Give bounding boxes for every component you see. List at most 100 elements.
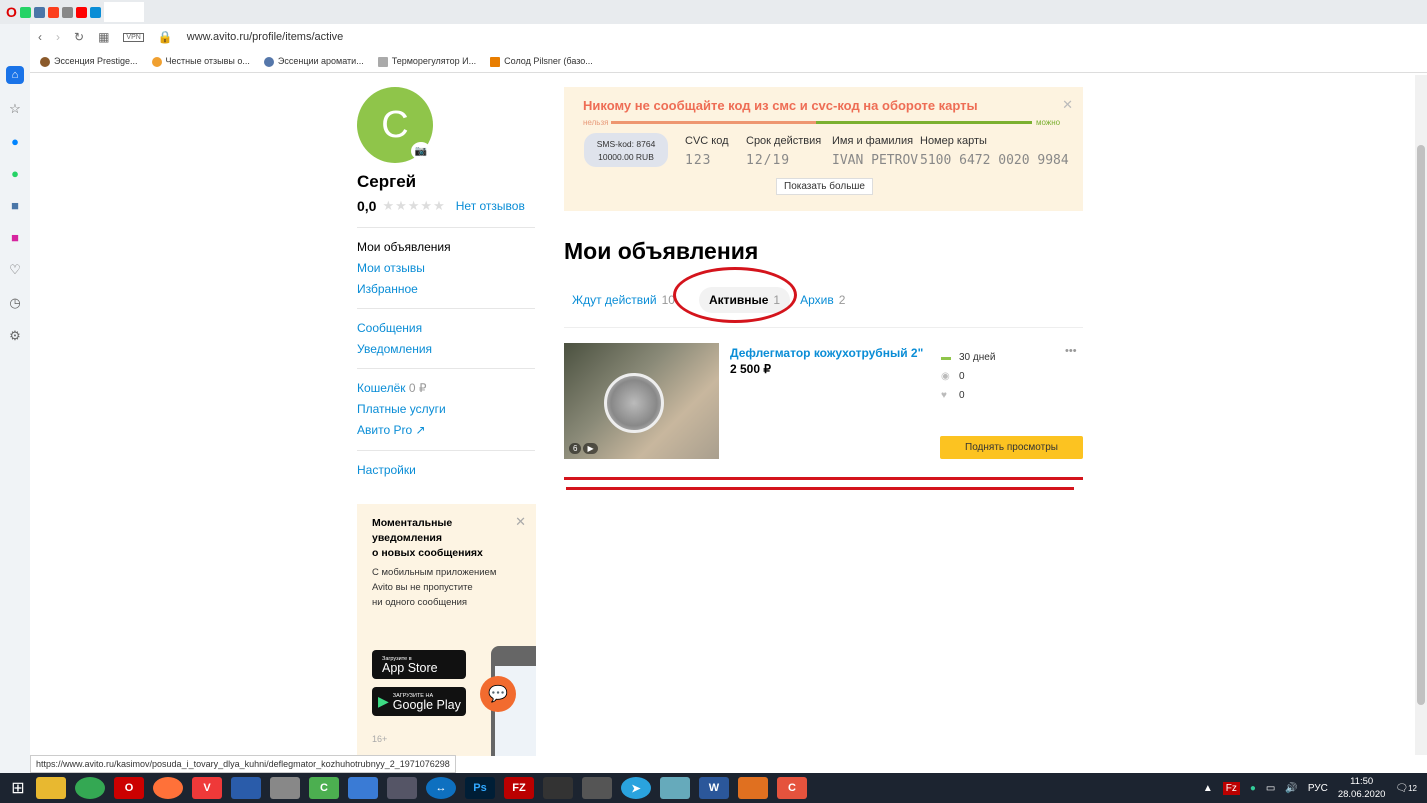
language-indicator[interactable]: РУС bbox=[1308, 783, 1328, 794]
chrome-icon[interactable] bbox=[75, 777, 105, 799]
teamviewer-icon[interactable]: ↔ bbox=[426, 777, 456, 799]
app-icon[interactable] bbox=[660, 777, 690, 799]
telegram-icon[interactable]: ➤ bbox=[621, 777, 651, 799]
vk-icon[interactable]: ■ bbox=[11, 198, 19, 213]
opera-logo-icon[interactable]: O bbox=[6, 4, 17, 20]
word-icon[interactable]: W bbox=[699, 777, 729, 799]
windows-start-icon[interactable]: ⊞ bbox=[0, 778, 36, 798]
card-value: 5100 6472 0020 9984 bbox=[920, 153, 1069, 168]
settings-icon[interactable]: ⚙ bbox=[9, 328, 21, 344]
tab-favicon-icon[interactable] bbox=[33, 6, 45, 18]
camera-icon[interactable]: 📷 bbox=[411, 142, 431, 160]
reviews-link[interactable]: Нет отзывов bbox=[456, 199, 525, 213]
more-options-icon[interactable]: ••• bbox=[1065, 345, 1077, 357]
back-icon[interactable]: ‹ bbox=[38, 30, 42, 44]
camtasia-icon[interactable]: C bbox=[777, 777, 807, 799]
vpn-badge[interactable]: VPN bbox=[123, 32, 144, 42]
tab-favicon-icon[interactable] bbox=[47, 6, 59, 18]
item-title-link[interactable]: Дефлегматор кожухотрубный 2" bbox=[730, 346, 923, 360]
tab-favicon-icon[interactable] bbox=[75, 6, 87, 18]
sidebar-item-settings[interactable]: Настройки bbox=[357, 460, 535, 481]
instagram-icon[interactable]: ■ bbox=[11, 230, 19, 245]
google-play-button[interactable]: ▶ ЗАГРУЗИТЕ НА Google Play bbox=[372, 687, 466, 716]
active-tab[interactable] bbox=[103, 2, 144, 22]
close-icon[interactable]: ✕ bbox=[515, 514, 526, 530]
explorer-icon[interactable] bbox=[36, 777, 66, 799]
photoshop-icon[interactable]: Ps bbox=[465, 777, 495, 799]
app-icon[interactable] bbox=[348, 777, 378, 799]
camtasia-icon[interactable]: C bbox=[309, 777, 339, 799]
shield-icon[interactable]: ● bbox=[1250, 783, 1256, 794]
app-icon[interactable] bbox=[543, 777, 573, 799]
close-icon[interactable]: ✕ bbox=[1062, 97, 1073, 113]
tab-favicon-icon[interactable] bbox=[19, 6, 31, 18]
bookmark[interactable]: Эссенции аромати... bbox=[263, 56, 364, 67]
tab-pending[interactable]: Ждут действий 10 bbox=[572, 293, 675, 307]
opera-icon[interactable]: O bbox=[114, 777, 144, 799]
tab-favicon-icon[interactable] bbox=[61, 6, 73, 18]
reload-icon[interactable]: ↻ bbox=[74, 30, 84, 44]
age-rating: 16+ bbox=[372, 734, 388, 744]
annotation-underline bbox=[564, 477, 1083, 480]
chat-icon[interactable]: 💬 bbox=[480, 676, 516, 712]
page-title: Мои объявления bbox=[564, 238, 759, 264]
sidebar-menu-group: Мои объявления Мои отзывы Избранное bbox=[357, 227, 535, 300]
scrollbar[interactable] bbox=[1415, 75, 1427, 755]
sidebar-item-messages[interactable]: Сообщения bbox=[357, 318, 535, 339]
promo-title: Моментальные уведомления о новых сообщения… bbox=[372, 517, 483, 559]
google-play-icon: ▶ bbox=[378, 693, 389, 709]
rating: 0,0 ★★★★★ Нет отзывов bbox=[357, 198, 525, 214]
sidebar-item-avito-pro[interactable]: Авито Pro ↗ bbox=[357, 420, 535, 441]
whatsapp-icon[interactable]: ● bbox=[11, 166, 19, 181]
app-store-button[interactable]: Загрузите в App Store bbox=[372, 650, 466, 679]
vivaldi-icon[interactable]: V bbox=[192, 777, 222, 799]
star-rating-icon: ★★★★★ bbox=[382, 198, 446, 213]
filezilla-tray-icon[interactable]: Fz bbox=[1222, 781, 1240, 795]
opera-sidebar: ⌂ ☆ ● ● ■ ■ ♡ ◷ ⚙ bbox=[0, 24, 30, 773]
sidebar-item-notifications[interactable]: Уведомления bbox=[357, 339, 535, 360]
name-label: Имя и фамилия bbox=[832, 135, 914, 147]
browser-tab-bar[interactable]: O bbox=[0, 0, 1427, 24]
messenger-icon[interactable]: ● bbox=[11, 134, 19, 149]
forward-icon[interactable]: › bbox=[56, 30, 60, 44]
filezilla-icon[interactable]: FZ bbox=[504, 777, 534, 799]
taskbar: ⊞ O V C ↔ Ps FZ ➤ W C ▲ Fz ● ▭ 🔊 РУС 11:… bbox=[0, 773, 1427, 803]
heart-icon[interactable]: ♡ bbox=[9, 262, 21, 278]
save-icon[interactable] bbox=[231, 777, 261, 799]
scrollbar-thumb[interactable] bbox=[1417, 145, 1425, 705]
item-photo[interactable]: 6 ▶ bbox=[564, 343, 719, 459]
app-icon[interactable] bbox=[582, 777, 612, 799]
app-icon[interactable] bbox=[738, 777, 768, 799]
days-bar-icon: ▬ bbox=[941, 352, 951, 363]
star-icon[interactable]: ☆ bbox=[9, 101, 21, 117]
sidebar-item-wallet[interactable]: Кошелёк 0 ₽ bbox=[357, 378, 535, 399]
tabs-grid-icon[interactable]: ▦ bbox=[98, 30, 109, 44]
bookmark[interactable]: Эссенция Prestige... bbox=[40, 56, 138, 67]
raise-views-button[interactable]: Поднять просмотры bbox=[940, 436, 1083, 459]
bookmark[interactable]: Честные отзывы о... bbox=[151, 56, 250, 67]
volume-icon[interactable]: 🔊 bbox=[1285, 783, 1297, 794]
history-icon[interactable]: ◷ bbox=[9, 295, 20, 311]
sidebar-item-favorites[interactable]: Избранное bbox=[357, 279, 535, 300]
sidebar-item-my-ads[interactable]: Мои объявления bbox=[357, 237, 535, 258]
sidebar-item-my-reviews[interactable]: Мои отзывы bbox=[357, 258, 535, 279]
system-tray: ▲ Fz ● ▭ 🔊 РУС 11:50 28.06.2020 🗨12 bbox=[1203, 773, 1417, 803]
item-price: 2 500 ₽ bbox=[730, 362, 771, 376]
annotation-circle bbox=[673, 267, 797, 323]
tab-archive[interactable]: Архив 2 bbox=[800, 293, 845, 307]
tab-favicon-icon[interactable] bbox=[89, 6, 101, 18]
app-icon[interactable] bbox=[387, 777, 417, 799]
clock[interactable]: 11:50 28.06.2020 bbox=[1338, 775, 1386, 801]
url-input[interactable]: www.avito.ru/profile/items/active bbox=[187, 31, 344, 43]
show-more-button[interactable]: Показать больше bbox=[776, 178, 873, 195]
annotation-underline bbox=[566, 487, 1074, 490]
bookmark[interactable]: Солод Pilsner (базо... bbox=[490, 56, 593, 67]
notifications-icon[interactable]: 🗨12 bbox=[1395, 783, 1417, 794]
tray-expand-icon[interactable]: ▲ bbox=[1203, 783, 1213, 794]
sidebar-item-paid-services[interactable]: Платные услуги bbox=[357, 399, 535, 420]
firefox-icon[interactable] bbox=[153, 777, 183, 799]
network-icon[interactable]: ▭ bbox=[1266, 783, 1275, 794]
app-icon[interactable] bbox=[270, 777, 300, 799]
home-icon[interactable]: ⌂ bbox=[6, 66, 24, 84]
bookmark[interactable]: Терморегулятор И... bbox=[377, 56, 476, 67]
